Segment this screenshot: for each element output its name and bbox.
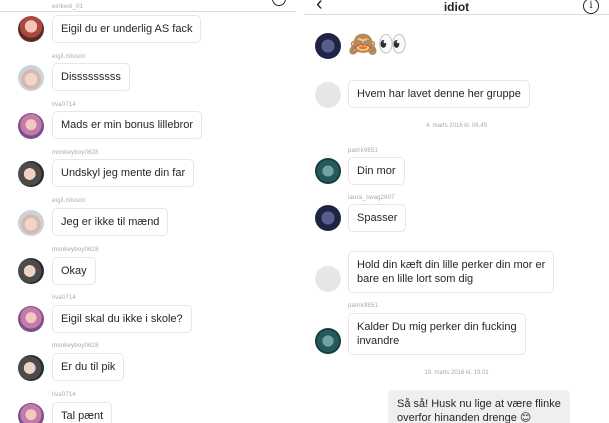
avatar[interactable] [18,258,44,284]
left-top-bar [0,0,296,12]
avatar[interactable] [18,403,44,423]
message-bubble[interactable]: Jeg er ikke til mænd [52,208,169,236]
message-bubble[interactable]: Kalder Du mig perker din fucking invandr… [348,313,526,355]
avatar[interactable] [18,161,44,187]
message-username: patrik9851 [348,303,379,309]
message-bubble[interactable]: Er du til pik [52,353,125,381]
emoji-message[interactable]: 🙈👀 [348,30,408,60]
avatar[interactable] [18,355,44,381]
message-bubble[interactable]: Disssssssss [52,63,130,91]
avatar[interactable] [18,210,44,236]
message-bubble[interactable]: Eigil skal du ikke i skole? [52,305,192,333]
message-bubble[interactable]: Hvem har lavet denne her gruppe [348,80,530,108]
message-username: liva0714 [52,295,76,301]
message-username: monkeyboy0628 [52,343,99,349]
panel-divider [296,0,304,423]
message-username: liva0714 [52,102,76,108]
message-username: patrik9851 [348,148,379,154]
message-bubble[interactable]: Undskyl jeg mente din far [52,159,195,187]
message-bubble[interactable]: Eigil du er underlig AS fack [52,15,202,43]
message-username: eirikeol_01 [52,4,84,10]
avatar[interactable] [315,205,341,231]
avatar[interactable] [315,158,341,184]
avatar[interactable] [18,113,44,139]
right-chat-panel: ‹ idiot i 🙈👀 Hvem har lavet denne her gr… [304,0,609,423]
message-username: liva0714 [52,392,76,398]
avatar[interactable] [315,266,341,292]
message-bubble[interactable]: Mads er min bonus lillebror [52,111,203,139]
avatar[interactable] [18,306,44,332]
message-bubble[interactable]: Okay [52,257,96,285]
left-chat-panel: eirikeol_01 Eigil du er underlig AS fack… [0,0,296,423]
avatar[interactable] [315,33,341,59]
timestamp: 4. marts 2016 kl. 06.45 [425,123,488,129]
avatar[interactable] [315,82,341,108]
message-username: eigil.nilsson [52,198,86,204]
emoji-text: 🙈👀 [348,31,408,58]
avatar[interactable] [18,16,44,42]
message-bubble[interactable]: Din mor [348,157,405,185]
message-bubble[interactable]: Hold din kæft din lille perker din mor e… [348,251,555,293]
avatar[interactable] [18,65,44,91]
message-username: monkeyboy0628 [52,247,99,253]
chat-header: ‹ idiot i [304,0,609,15]
message-username: eigil.nilsson [52,54,86,60]
message-bubble[interactable]: Tal pænt [52,402,113,423]
timestamp: 19. marts 2016 kl. 19.01 [424,370,489,376]
message-bubble[interactable]: Spasser [348,204,407,232]
message-username: laura_swag2607 [348,195,395,201]
sent-message-bubble[interactable]: Så så! Husk nu lige at være flinke overf… [388,390,570,423]
message-username: monkeyboy0628 [52,150,99,156]
chat-title: idiot [443,0,470,14]
avatar[interactable] [315,328,341,354]
info-icon[interactable] [272,0,286,6]
